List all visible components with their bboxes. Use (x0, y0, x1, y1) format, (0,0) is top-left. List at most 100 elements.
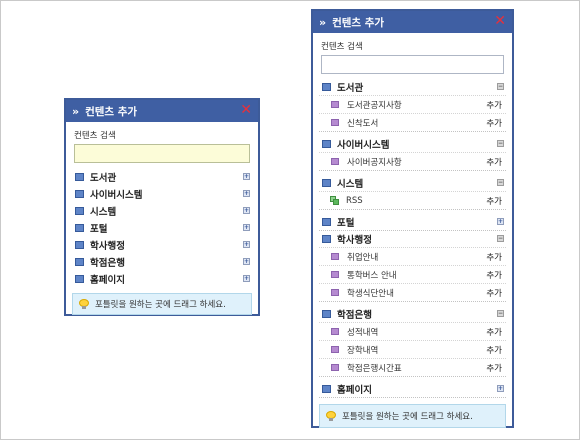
portlet-icon (331, 119, 339, 126)
category-credit-bank[interactable]: 학점은행 + (72, 254, 252, 270)
add-button[interactable]: 추가 (486, 195, 502, 207)
title-arrow-icon: » (72, 104, 80, 118)
category-label: 학사행정 (337, 235, 372, 246)
search-label: 컨텐츠 검색 (321, 42, 363, 52)
category-label: 홈페이지 (90, 275, 125, 286)
category-label: 포털 (90, 224, 108, 235)
portlet-icon (331, 346, 339, 353)
collapse-icon[interactable]: − (497, 140, 504, 147)
item-label: 통학버스 안내 (347, 270, 397, 281)
category-icon (322, 235, 331, 243)
add-button[interactable]: 추가 (486, 251, 502, 263)
expand-icon[interactable]: + (497, 218, 504, 225)
category-system[interactable]: 시스템 + (72, 203, 252, 219)
category-homepage: 홈페이지 + (319, 381, 506, 398)
drag-tip: 포틀릿을 원하는 곳에 드래그 하세요. (319, 404, 506, 428)
expand-icon[interactable]: + (243, 258, 250, 265)
collapse-icon[interactable]: − (497, 179, 504, 186)
close-icon[interactable]: ✕ (494, 14, 506, 28)
category-header[interactable]: 도서관 − (319, 79, 506, 95)
expand-icon[interactable]: + (243, 207, 250, 214)
search-input[interactable] (74, 144, 250, 163)
collapse-icon[interactable]: − (497, 83, 504, 90)
category-label: 시스템 (90, 207, 117, 218)
lightbulb-icon (326, 411, 336, 421)
search-input[interactable] (321, 55, 504, 74)
list-item: 취업안내 추가 (319, 247, 506, 265)
category-header[interactable]: 시스템 − (319, 175, 506, 191)
category-library: 도서관 − 도서관공지사항 추가 신착도서 추가 (319, 79, 506, 132)
category-list: 도서관 + 사이버시스템 + 시스템 + 포털 + 학사행정 + 학점은행 + (66, 169, 258, 287)
add-button[interactable]: 추가 (486, 117, 502, 129)
category-library[interactable]: 도서관 + (72, 169, 252, 185)
expand-icon[interactable]: + (243, 275, 250, 282)
category-icon (75, 241, 84, 249)
category-icon (322, 140, 331, 148)
add-button[interactable]: 추가 (486, 99, 502, 111)
category-header[interactable]: 학점은행 − (319, 306, 506, 322)
list-item: 학점은행시간표 추가 (319, 358, 506, 376)
content-add-panel-expanded: » 컨텐츠 추가 ✕ 컨텐츠 검색 도서관 − 도서관공지사항 추가 신착도서 … (311, 9, 514, 428)
list-item: 성적내역 추가 (319, 322, 506, 340)
category-academic-admin: 학사행정 − 취업안내 추가 통학버스 안내 추가 학생식단안내 추가 (319, 231, 506, 302)
category-icon (322, 179, 331, 187)
category-cyber-system[interactable]: 사이버시스템 + (72, 186, 252, 202)
close-icon[interactable]: ✕ (240, 103, 252, 117)
portlet-icon (331, 289, 339, 296)
tip-text: 포틀릿을 원하는 곳에 드래그 하세요. (95, 300, 226, 310)
collapse-icon[interactable]: − (497, 235, 504, 242)
panel-title: 컨텐츠 추가 (85, 105, 138, 118)
item-label: 성적내역 (347, 327, 379, 338)
list-item: 신착도서 추가 (319, 113, 506, 131)
expand-icon[interactable]: + (497, 385, 504, 392)
portlet-icon (331, 158, 339, 165)
list-item: 도서관공지사항 추가 (319, 95, 506, 113)
category-icon (75, 190, 84, 198)
expand-icon[interactable]: + (243, 190, 250, 197)
category-header[interactable]: 포털 + (319, 214, 506, 230)
add-button[interactable]: 추가 (486, 362, 502, 374)
tip-text: 포틀릿을 원하는 곳에 드래그 하세요. (342, 412, 473, 422)
add-button[interactable]: 추가 (486, 344, 502, 356)
portlet-icon (331, 364, 339, 371)
add-button[interactable]: 추가 (486, 287, 502, 299)
category-label: 홈페이지 (337, 385, 372, 396)
category-header[interactable]: 홈페이지 + (319, 381, 506, 397)
category-label: 도서관 (337, 83, 364, 94)
add-button[interactable]: 추가 (486, 269, 502, 281)
expand-icon[interactable]: + (243, 173, 250, 180)
add-button[interactable]: 추가 (486, 156, 502, 168)
category-header[interactable]: 사이버시스템 − (319, 136, 506, 152)
category-academic-admin[interactable]: 학사행정 + (72, 237, 252, 253)
category-portal[interactable]: 포털 + (72, 220, 252, 236)
category-header[interactable]: 학사행정 − (319, 231, 506, 247)
category-credit-bank: 학점은행 − 성적내역 추가 장학내역 추가 학점은행시간표 추가 (319, 306, 506, 377)
category-label: 학사행정 (90, 241, 125, 252)
category-icon (322, 218, 331, 226)
category-label: 시스템 (337, 179, 364, 190)
item-label: RSS (346, 195, 363, 206)
collapse-icon[interactable]: − (497, 310, 504, 317)
expand-icon[interactable]: + (243, 224, 250, 231)
panel-titlebar[interactable]: » 컨텐츠 추가 ✕ (313, 11, 512, 33)
category-homepage[interactable]: 홈페이지 + (72, 271, 252, 287)
category-label: 도서관 (90, 173, 117, 184)
category-icon (322, 310, 331, 318)
panel-titlebar[interactable]: » 컨텐츠 추가 ✕ (66, 100, 258, 122)
expand-icon[interactable]: + (243, 241, 250, 248)
category-icon (75, 173, 84, 181)
search-label: 컨텐츠 검색 (74, 131, 116, 141)
item-label: 도서관공지사항 (347, 100, 402, 111)
title-arrow-icon: » (319, 15, 327, 29)
add-button[interactable]: 추가 (486, 326, 502, 338)
list-item: 사이버공지사항 추가 (319, 152, 506, 170)
item-label: 장학내역 (347, 345, 379, 356)
category-icon (75, 275, 84, 283)
list-item: 통학버스 안내 추가 (319, 265, 506, 283)
category-icon (322, 83, 331, 91)
category-label: 학점은행 (337, 310, 372, 321)
category-label: 포털 (337, 218, 355, 229)
list-item: RSS 추가 (319, 191, 506, 209)
category-system: 시스템 − RSS 추가 (319, 175, 506, 210)
panel-title: 컨텐츠 추가 (332, 16, 385, 29)
